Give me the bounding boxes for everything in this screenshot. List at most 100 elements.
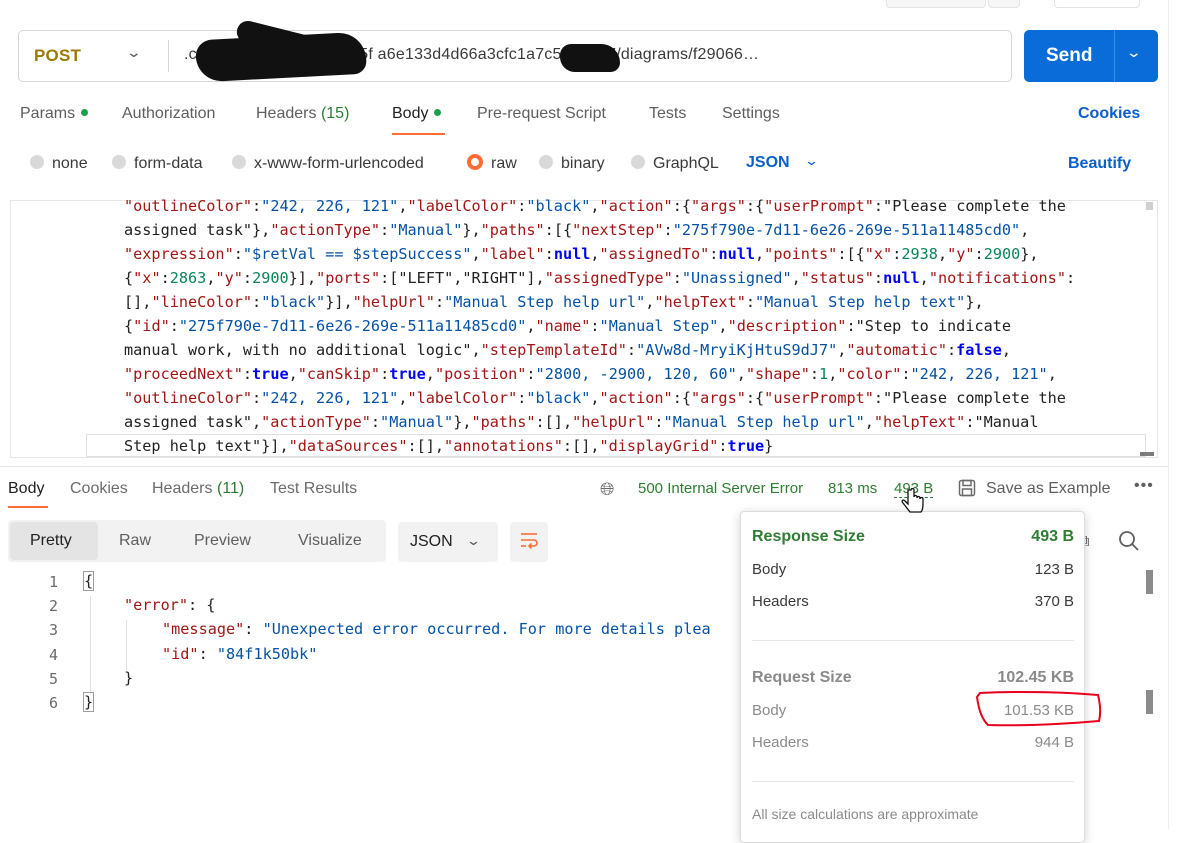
tab-body[interactable]: Body — [392, 105, 442, 123]
json-key: "message" — [162, 620, 245, 638]
indent-guide — [126, 620, 127, 670]
code-line: {"id":"275f790e-7d11-6e26-269e-511a11485… — [124, 317, 1012, 335]
headers-count: (15) — [320, 105, 350, 122]
more-icon[interactable]: ••• — [1134, 477, 1154, 495]
radio-none[interactable]: none — [30, 154, 88, 173]
top-control-stub — [1054, 0, 1140, 8]
response-format-label[interactable]: JSON — [410, 533, 453, 551]
line-number: 6 — [48, 694, 58, 712]
radio-circle[interactable] — [631, 154, 645, 169]
response-tab-body[interactable]: Body — [8, 480, 44, 498]
label: Body — [752, 702, 787, 719]
cookies-link[interactable]: Cookies — [1078, 105, 1140, 123]
response-line: } — [82, 692, 95, 712]
response-scrollbar-thumb[interactable] — [1146, 690, 1153, 714]
globe-icon[interactable]: 🌐︎ — [600, 479, 614, 500]
top-control-stub — [886, 0, 986, 8]
popover-note: All size calculations are approximate — [752, 806, 979, 822]
view-mode-pretty[interactable]: Pretty — [30, 532, 72, 550]
chevron-down-icon[interactable]: ⌄ — [1126, 44, 1142, 61]
radio-binary[interactable]: binary — [539, 154, 605, 173]
tab-settings[interactable]: Settings — [722, 105, 780, 123]
radio-circle-selected[interactable] — [467, 153, 483, 170]
tab-label: Settings — [722, 105, 780, 122]
json-punct: : — [244, 620, 263, 638]
view-mode-visualize[interactable]: Visualize — [298, 532, 362, 550]
tab-prerequest-script[interactable]: Pre-request Script — [477, 105, 606, 123]
tab-tests[interactable]: Tests — [649, 105, 686, 123]
label: Request Size — [752, 669, 852, 686]
tab-label: Tests — [649, 105, 687, 122]
response-scrollbar-thumb[interactable] — [1146, 570, 1153, 594]
beautify-button[interactable]: Beautify — [1068, 155, 1131, 173]
chevron-down-icon[interactable]: ⌄ — [804, 153, 819, 169]
line-number: 5 — [48, 670, 58, 688]
value: 370 B — [1034, 593, 1074, 610]
divider — [1114, 30, 1115, 82]
radio-label: none — [52, 155, 88, 172]
radio-raw[interactable]: raw — [467, 153, 517, 173]
value: 102.45 KB — [997, 669, 1075, 686]
response-tab-test-results[interactable]: Test Results — [270, 480, 357, 498]
editor-scrollbar[interactable] — [1146, 202, 1153, 210]
response-tab-headers[interactable]: Headers (11) — [152, 480, 244, 498]
headers-count: (11) — [216, 480, 245, 497]
status-code[interactable]: 500 Internal Server Error — [638, 480, 803, 497]
editor-scrollbar-thumb[interactable] — [1140, 452, 1154, 456]
label: Headers — [752, 734, 809, 751]
code-line: manual work, with no additional logic","… — [124, 341, 1012, 359]
response-time[interactable]: 813 ms — [828, 480, 877, 497]
wrap-icon[interactable] — [518, 529, 540, 557]
response-line: { — [82, 571, 95, 591]
radio-label: binary — [561, 155, 605, 172]
radio-circle[interactable] — [30, 154, 44, 169]
view-mode-preview[interactable]: Preview — [194, 532, 251, 550]
response-line: } — [124, 669, 134, 687]
tab-label: Headers — [256, 105, 317, 122]
radio-circle[interactable] — [539, 154, 553, 169]
value: 944 B — [1034, 734, 1074, 751]
code-line: "expression":"$retVal == $stepSuccess","… — [124, 245, 1039, 263]
code-line: "outlineColor":"242, 226, 121","labelCol… — [124, 197, 1066, 215]
save-icon[interactable] — [958, 479, 976, 502]
line-number: 4 — [48, 646, 58, 664]
top-control-stub — [988, 0, 1020, 8]
pane-divider[interactable] — [0, 466, 1170, 467]
status-dot — [434, 109, 442, 117]
radio-circle[interactable] — [112, 154, 126, 169]
line-number: 3 — [48, 621, 58, 639]
radio-label: GraphQL — [653, 155, 719, 172]
tab-params[interactable]: Params — [20, 105, 89, 123]
matched-brace: } — [82, 692, 95, 712]
radio-label: form-data — [134, 155, 203, 172]
radio-urlencoded[interactable]: x-www-form-urlencoded — [232, 154, 424, 173]
radio-graphql[interactable]: GraphQL — [631, 154, 719, 173]
body-format-select[interactable]: JSON — [746, 154, 790, 172]
active-tab-indicator — [392, 133, 445, 135]
indent-guide — [90, 596, 91, 694]
label: Headers — [752, 593, 809, 610]
status-dot — [81, 109, 89, 117]
radio-form-data[interactable]: form-data — [112, 154, 203, 173]
view-mode-raw[interactable]: Raw — [119, 532, 151, 550]
code-line: assigned task"},"actionType":"Manual"},"… — [124, 221, 1030, 239]
save-as-example-button[interactable]: Save as Example — [986, 480, 1111, 498]
label: Body — [752, 561, 787, 578]
line-number: 1 — [48, 573, 58, 591]
tab-authorization[interactable]: Authorization — [122, 105, 215, 123]
chevron-down-icon[interactable]: ⌄ — [466, 533, 481, 549]
active-tab-indicator — [8, 506, 48, 508]
response-tab-cookies[interactable]: Cookies — [70, 480, 128, 498]
json-string: "84f1k50bk" — [216, 645, 318, 663]
redaction-scribble — [560, 44, 620, 72]
tab-headers[interactable]: Headers (15) — [256, 105, 349, 123]
matched-brace: { — [82, 571, 95, 591]
radio-circle[interactable] — [232, 154, 246, 169]
send-button-label[interactable]: Send — [1046, 45, 1092, 67]
window-edge — [1168, 0, 1177, 829]
search-icon[interactable] — [1118, 530, 1140, 558]
http-method-select[interactable]: POST — [34, 46, 81, 66]
json-punct: : { — [188, 596, 216, 614]
tab-label: Body — [392, 105, 429, 122]
chevron-down-icon[interactable]: ⌄ — [126, 44, 142, 61]
